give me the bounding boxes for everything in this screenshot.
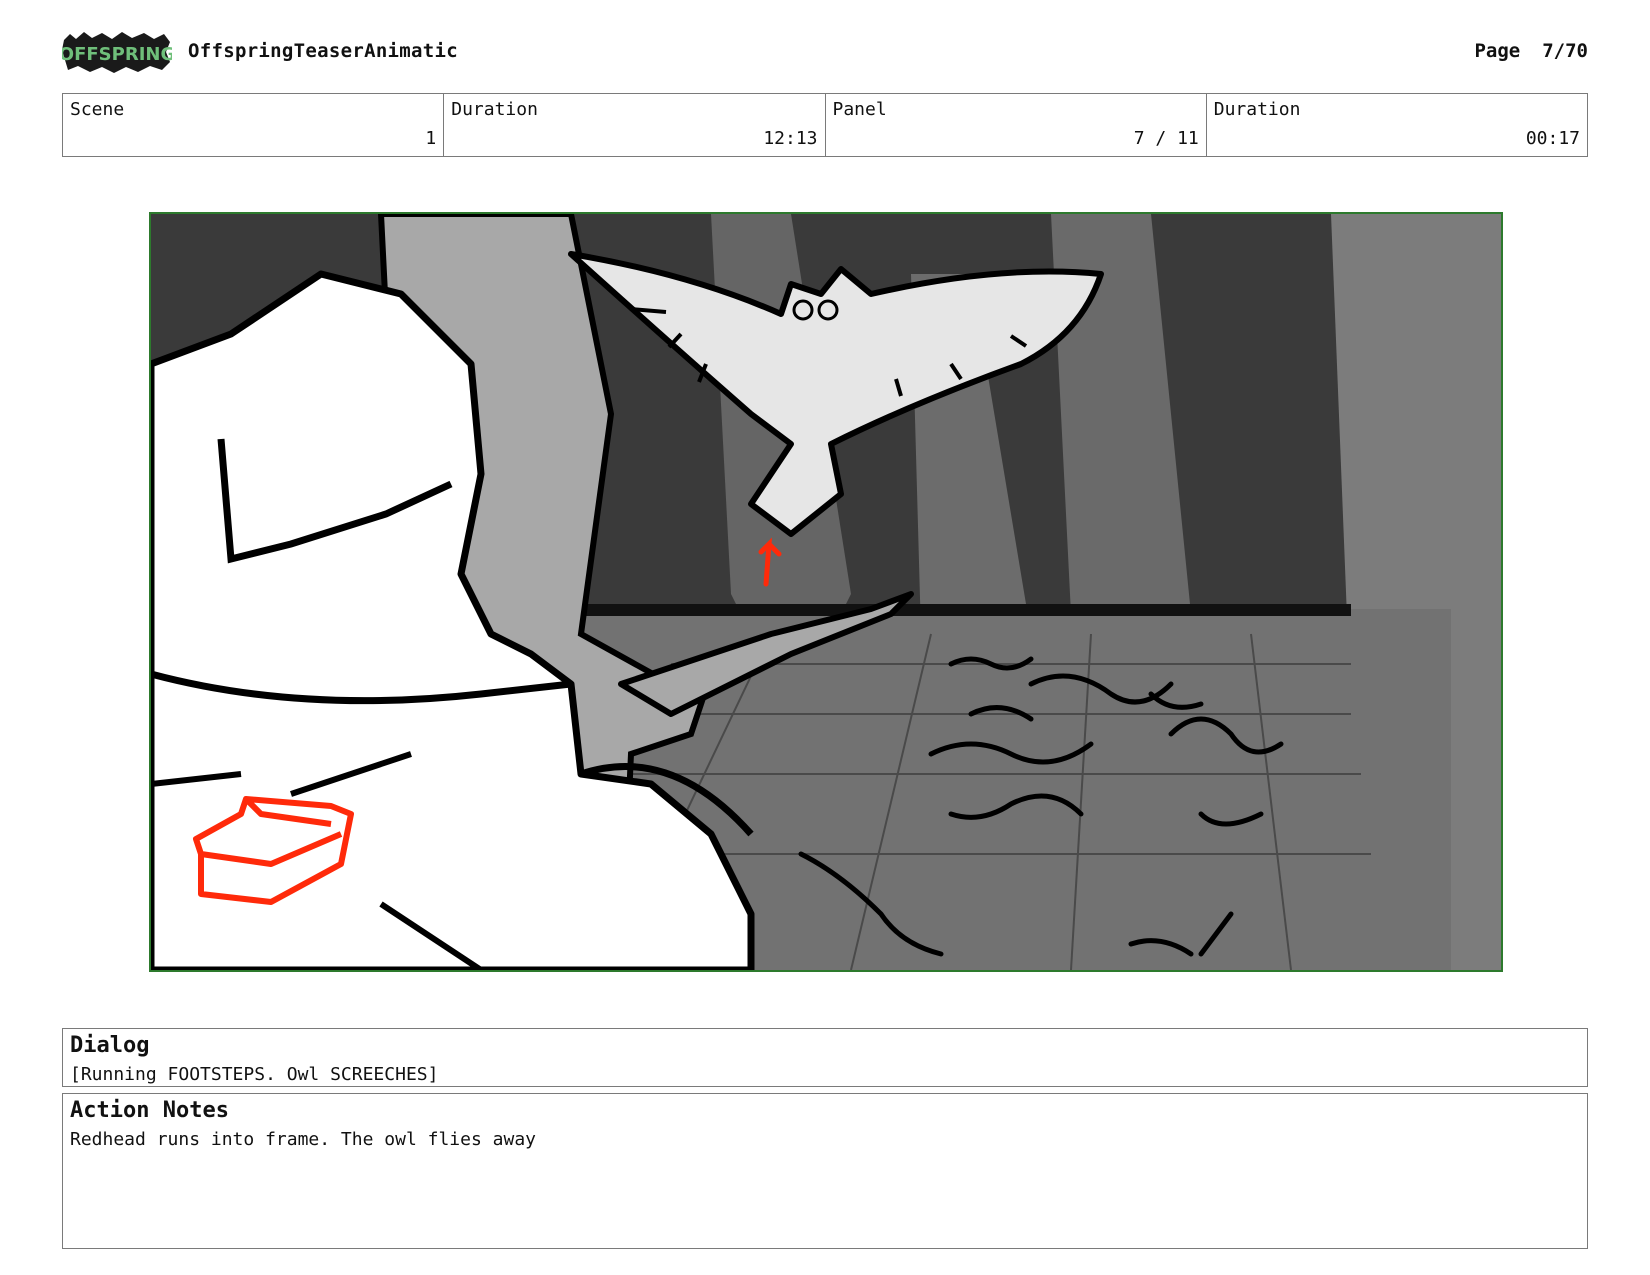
project-title: OffspringTeaserAnimatic — [188, 40, 458, 62]
scene-value: 1 — [425, 128, 437, 149]
scene-duration-value: 12:13 — [763, 128, 818, 149]
dialog-text: [Running FOOTSTEPS. Owl SCREECHES] — [70, 1064, 439, 1085]
storyboard-drawing — [151, 214, 1501, 970]
svg-text:OFFSPRING: OFFSPRING — [62, 44, 172, 65]
scene-label: Scene — [70, 99, 125, 120]
offspring-logo: OFFSPRING — [62, 32, 172, 73]
scene-duration-label: Duration — [451, 99, 538, 120]
panel-value: 7 / 11 — [1133, 128, 1199, 149]
panel-cell: Panel 7 / 11 — [826, 94, 1207, 156]
scene-duration-cell: Duration 12:13 — [444, 94, 826, 156]
action-notes-text: Redhead runs into frame. The owl flies a… — [70, 1129, 536, 1150]
panel-duration-cell: Duration 00:17 — [1207, 94, 1587, 156]
dialog-box: Dialog [Running FOOTSTEPS. Owl SCREECHES… — [62, 1028, 1588, 1087]
storyboard-panel-image — [149, 212, 1503, 972]
panel-info-table: Scene 1 Duration 12:13 Panel 7 / 11 Dura… — [62, 93, 1588, 157]
page-number: 7/70 — [1542, 40, 1588, 62]
page-header: OFFSPRING OffspringTeaserAnimatic Page 7/… — [62, 28, 1588, 76]
panel-label: Panel — [832, 99, 887, 120]
panel-duration-label: Duration — [1213, 99, 1301, 120]
action-notes-box: Action Notes Redhead runs into frame. Th… — [62, 1093, 1588, 1249]
page-label: Page — [1474, 40, 1521, 62]
panel-duration-value: 00:17 — [1525, 128, 1580, 149]
action-notes-heading: Action Notes — [70, 1098, 229, 1123]
page-indicator: Page 7/70 — [1474, 40, 1588, 62]
dialog-heading: Dialog — [70, 1033, 150, 1058]
scene-cell: Scene 1 — [63, 94, 445, 156]
